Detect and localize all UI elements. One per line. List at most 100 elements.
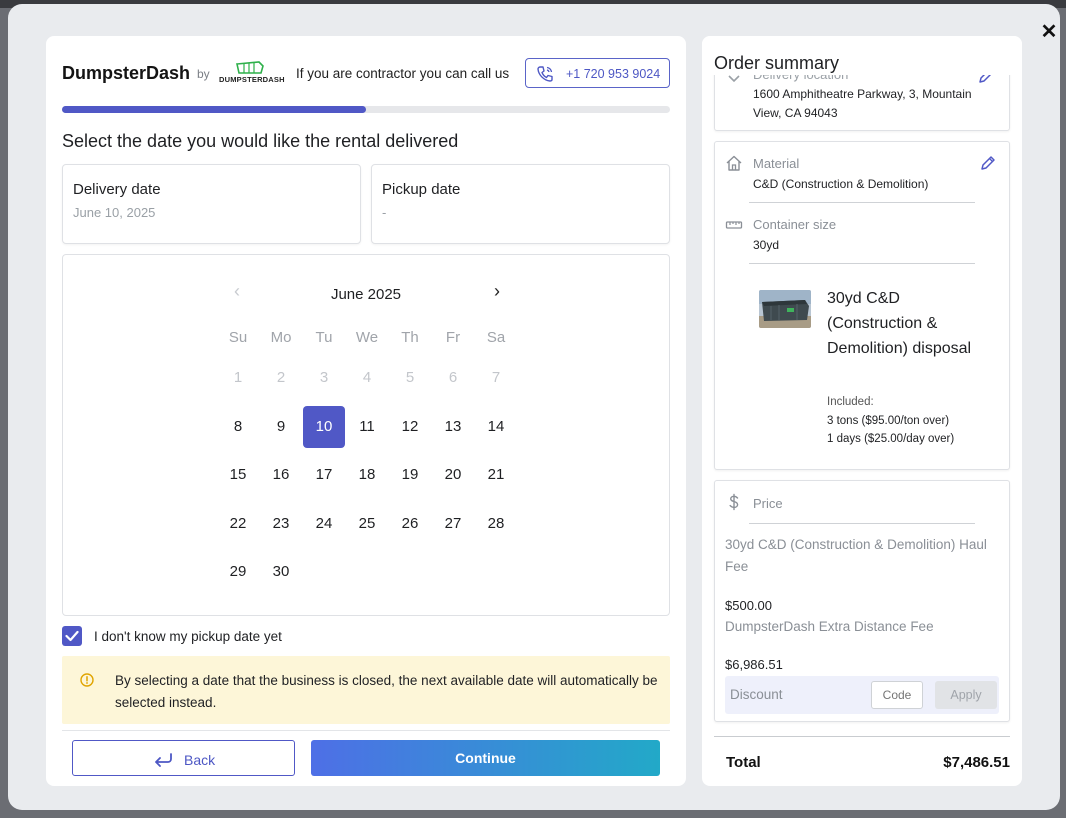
separator xyxy=(749,263,975,264)
date-selection-panel: DumpsterDash by DUMPSTERDASH If you are … xyxy=(46,36,686,786)
phone-icon xyxy=(537,66,553,82)
back-button[interactable]: Back xyxy=(72,740,295,776)
calendar-day[interactable]: 22 xyxy=(217,503,259,545)
continue-button[interactable]: Continue xyxy=(311,740,660,776)
calendar-day-disabled: 3 xyxy=(319,369,329,386)
back-button-label: Back xyxy=(184,752,216,768)
calendar-day[interactable]: 9 xyxy=(260,406,302,448)
separator xyxy=(749,202,975,203)
calendar-day[interactable]: 27 xyxy=(432,503,474,545)
discount-row: Discount Apply xyxy=(725,676,999,714)
dumpsterdash-logo: DUMPSTERDASH xyxy=(219,60,285,86)
calendar-day-disabled: 2 xyxy=(276,369,286,386)
step-heading: Select the date you would like the renta… xyxy=(62,131,459,151)
haul-fee-description: 30yd C&D (Construction & Demolition) Hau… xyxy=(725,537,987,574)
pickup-date-label: Pickup date xyxy=(382,181,461,198)
weekday-header: Mo xyxy=(270,329,292,346)
ruler-icon xyxy=(725,221,743,229)
separator xyxy=(749,523,975,524)
weekday-header: Th xyxy=(401,329,419,346)
discount-label: Discount xyxy=(730,687,783,702)
phone-number: +1 720 953 9024 xyxy=(566,67,661,81)
delivery-address: 1600 Amphitheatre Parkway, 3, Mountain V… xyxy=(753,87,972,120)
delivery-date-card[interactable]: Delivery date June 10, 2025 xyxy=(62,164,361,244)
house-icon xyxy=(726,155,742,171)
apply-button[interactable]: Apply xyxy=(935,681,997,709)
weekday-header: Tu xyxy=(315,329,333,346)
calendar-day-disabled: 6 xyxy=(448,369,458,386)
calendar-day[interactable]: 15 xyxy=(217,454,259,496)
total-value: $7,486.51 xyxy=(943,754,1010,771)
check-icon xyxy=(65,630,79,642)
progress-fill xyxy=(62,106,366,113)
price-label: Price xyxy=(753,496,783,511)
calendar-day[interactable]: 16 xyxy=(260,454,302,496)
notice-text: By selecting a date that the business is… xyxy=(115,673,658,710)
included-tons: 3 tons ($95.00/ton over) xyxy=(827,415,950,427)
calendar-month: June 2025 xyxy=(330,286,402,303)
material-card: Material C&D (Construction & Demolition)… xyxy=(714,141,1010,470)
close-icon[interactable]: ✕ xyxy=(1038,21,1060,43)
material-label: Material xyxy=(753,156,800,171)
distance-fee-description: DumpsterDash Extra Distance Fee xyxy=(725,619,934,634)
calendar-day[interactable]: 23 xyxy=(260,503,302,545)
calendar-day-disabled: 7 xyxy=(491,369,501,386)
calendar-day[interactable]: 21 xyxy=(475,454,517,496)
delivery-date-value: June 10, 2025 xyxy=(73,205,156,220)
calendar-day[interactable]: 20 xyxy=(432,454,474,496)
brand-by: by xyxy=(197,67,210,81)
total-separator xyxy=(714,736,1010,737)
calendar-day[interactable]: 30 xyxy=(260,551,302,593)
calendar-day[interactable]: 8 xyxy=(217,406,259,448)
pickup-unknown-checkbox[interactable] xyxy=(62,626,82,646)
total-label: Total xyxy=(726,754,761,771)
haul-fee-amount: $500.00 xyxy=(725,598,772,613)
brand-name: DumpsterDash xyxy=(62,63,191,83)
product-name: 30yd C&D (Construction & Demolition) dis… xyxy=(827,290,972,357)
warning-icon xyxy=(80,673,94,687)
pickup-date-value: - xyxy=(382,205,387,220)
weekday-header: We xyxy=(355,329,379,346)
divider xyxy=(62,730,670,731)
weekday-header: Su xyxy=(228,329,248,346)
order-summary-panel: Order summary Delivery location 1600 Amp… xyxy=(702,36,1022,786)
logo-text: DUMPSTERDASH xyxy=(219,75,285,84)
calendar-day-disabled: 4 xyxy=(362,369,372,386)
calendar-day-disabled: 5 xyxy=(405,369,415,386)
pencil-icon[interactable] xyxy=(979,154,997,172)
included-label: Included: xyxy=(827,396,874,408)
calendar-day[interactable]: 19 xyxy=(389,454,431,496)
delivery-date-label: Delivery date xyxy=(73,181,161,198)
call-phone-button[interactable]: +1 720 953 9024 xyxy=(525,58,670,88)
price-card: Price 30yd C&D (Construction & Demolitio… xyxy=(714,480,1010,722)
closed-date-notice: By selecting a date that the business is… xyxy=(62,656,670,724)
calendar-day[interactable]: 14 xyxy=(475,406,517,448)
calendar-day-disabled: 1 xyxy=(233,369,243,386)
calendar-day[interactable]: 12 xyxy=(389,406,431,448)
progress-bar xyxy=(62,106,670,113)
calendar-day[interactable]: 13 xyxy=(432,406,474,448)
chevron-right-icon[interactable]: › xyxy=(487,281,507,301)
calendar-day-selected[interactable]: 10 xyxy=(303,406,345,448)
pickup-date-card[interactable]: Pickup date - xyxy=(371,164,670,244)
calendar-day[interactable]: 17 xyxy=(303,454,345,496)
calendar-day[interactable]: 29 xyxy=(217,551,259,593)
calendar: ‹ June 2025 › Su Mo Tu We Th Fr Sa 1 2 3 4 5 6 7 8 9 10 1… xyxy=(62,254,670,616)
distance-fee-amount: $6,986.51 xyxy=(725,657,783,672)
weekday-header: Fr xyxy=(445,329,461,346)
back-arrow-icon xyxy=(155,753,172,767)
calendar-day[interactable]: 11 xyxy=(346,406,388,448)
calendar-day[interactable]: 24 xyxy=(303,503,345,545)
included-days: 1 days ($25.00/day over) xyxy=(827,433,955,445)
summary-title: Order summary xyxy=(714,53,846,74)
discount-code-input[interactable] xyxy=(871,681,923,709)
calendar-day[interactable]: 28 xyxy=(475,503,517,545)
calendar-day[interactable]: 18 xyxy=(346,454,388,496)
dumpster-image xyxy=(759,290,811,328)
calendar-day[interactable]: 25 xyxy=(346,503,388,545)
calendar-day[interactable]: 26 xyxy=(389,503,431,545)
contractor-text: If you are contractor you can call us xyxy=(296,66,510,81)
pickup-unknown-label: I don't know my pickup date yet xyxy=(94,629,282,644)
container-size-label: Container size xyxy=(753,217,837,232)
material-value: C&D (Construction & Demolition) xyxy=(753,177,929,191)
